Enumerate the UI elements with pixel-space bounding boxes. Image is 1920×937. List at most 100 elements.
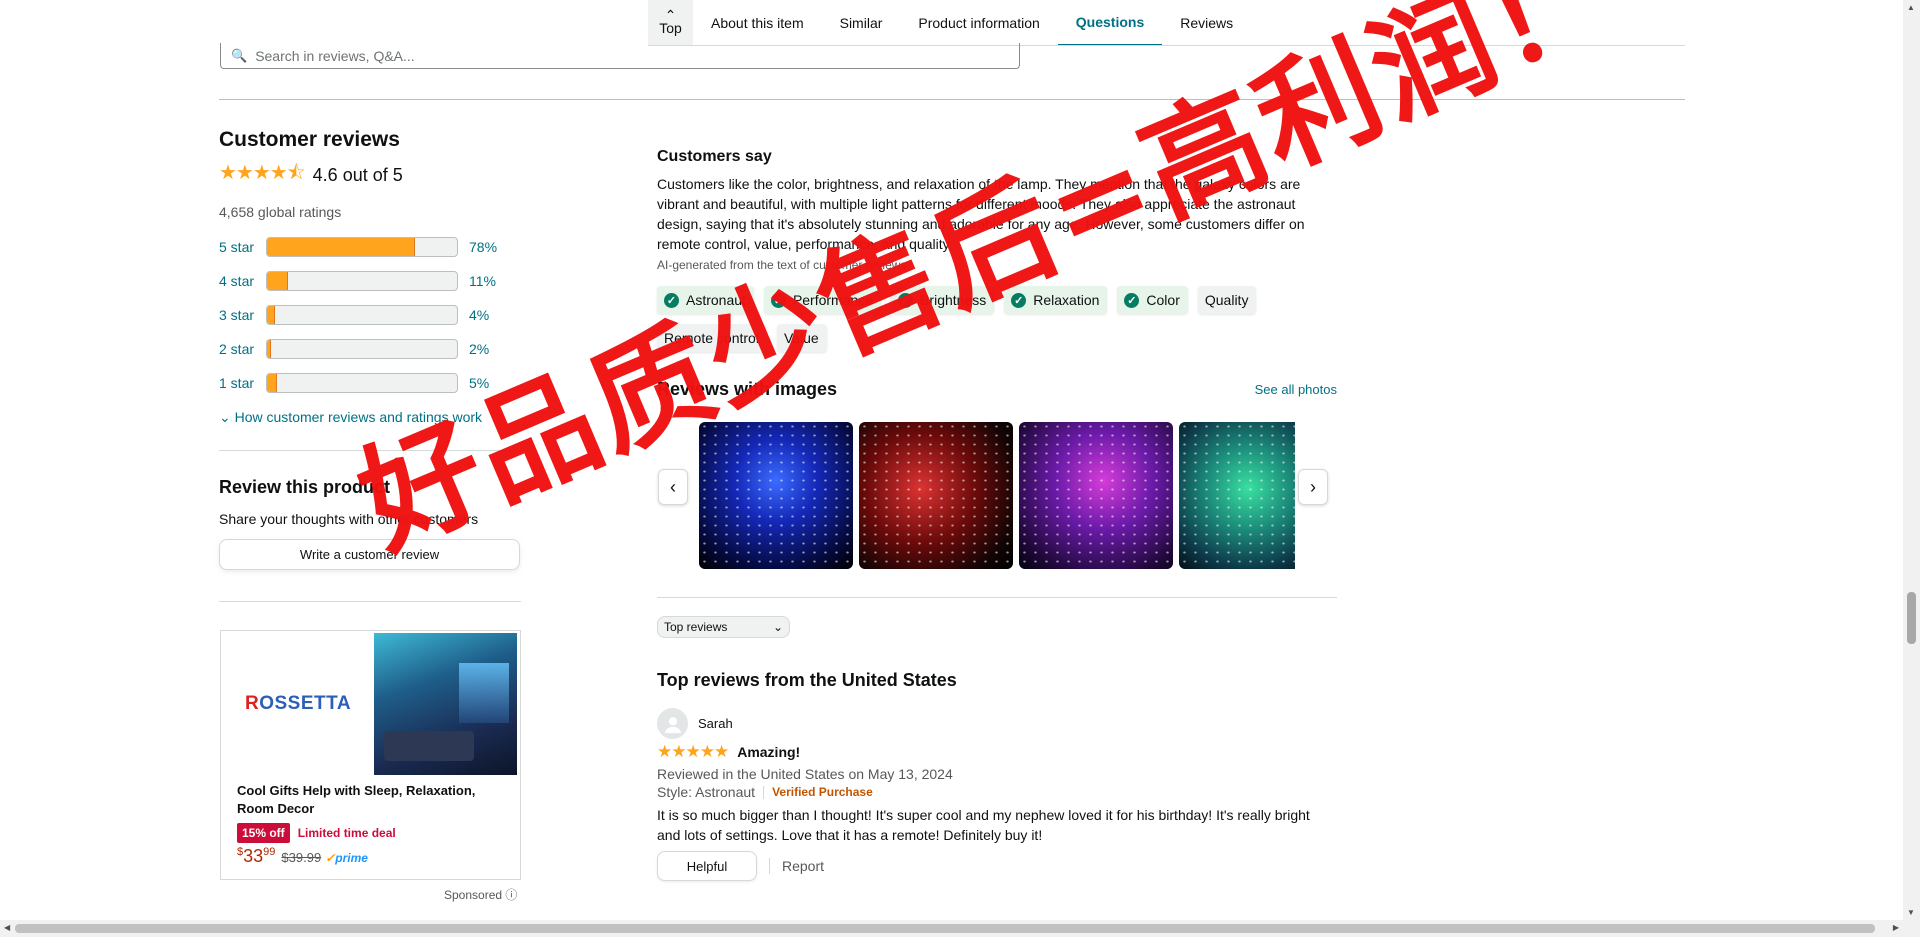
sponsored-ad[interactable]: ROSSETTA Cool Gifts Help with Sleep, Rel…: [220, 630, 521, 880]
tab-about-this-item[interactable]: About this item: [693, 0, 822, 46]
chip-label: Quality: [1204, 292, 1249, 308]
rating-stars-icon: ★★★★⯪: [219, 162, 306, 184]
sort-select[interactable]: Top reviews ⌄: [657, 616, 790, 638]
product-nav-bar: ⌃ Top About this item Similar Product in…: [648, 0, 1251, 46]
avatar-icon: [657, 708, 688, 739]
chip-quality[interactable]: Quality: [1197, 286, 1257, 314]
scroll-down-icon[interactable]: ▼: [1907, 908, 1915, 917]
logo-initial: R: [245, 693, 260, 714]
divider: [657, 597, 1337, 598]
search-input[interactable]: 🔍 Search in reviews, Q&A...: [220, 43, 1020, 69]
divider: [219, 601, 521, 602]
histogram-bar[interactable]: [266, 271, 458, 291]
helpful-button[interactable]: Helpful: [657, 851, 757, 881]
histogram-percent[interactable]: 78%: [469, 239, 497, 255]
histogram-label[interactable]: 4 star: [219, 273, 266, 289]
histogram-percent[interactable]: 5%: [469, 375, 489, 391]
chip-label: Remote control: [664, 330, 759, 346]
review-image[interactable]: [699, 422, 853, 569]
write-review-button[interactable]: Write a customer review: [219, 539, 520, 570]
histogram-row-1[interactable]: 1 star 5%: [219, 366, 521, 400]
check-icon: ✓: [664, 292, 679, 308]
histogram-label[interactable]: 5 star: [219, 239, 266, 255]
review-image[interactable]: [1179, 422, 1295, 569]
chip-label: Value: [783, 330, 819, 346]
histogram-bar[interactable]: [266, 339, 458, 359]
discount-badge: 15% off: [237, 823, 290, 843]
tab-similar[interactable]: Similar: [822, 0, 901, 46]
separator: [769, 858, 770, 874]
histogram-label[interactable]: 2 star: [219, 341, 266, 357]
carousel-prev-button[interactable]: ‹: [658, 469, 688, 505]
prime-badge: ✓prime: [325, 851, 368, 865]
ad-brand-logo[interactable]: ROSSETTA: [245, 693, 351, 715]
histogram-row-5[interactable]: 5 star 78%: [219, 230, 521, 264]
how-ratings-work-link[interactable]: ⌄ How customer reviews and ratings work: [219, 409, 521, 426]
customers-say-summary: Customers like the color, brightness, an…: [657, 176, 1305, 252]
reviewer-name: Sarah: [698, 716, 733, 731]
customer-reviews-heading: Customer reviews: [219, 128, 400, 151]
horizontal-scroll-thumb[interactable]: [15, 924, 1875, 933]
deal-label: Limited time deal: [297, 826, 396, 840]
aspect-chips: ✓ Astronaut ✓ Performance ✓ Brightness ✓ Rel…: [657, 286, 1357, 352]
review-image[interactable]: [859, 422, 1013, 569]
review-title[interactable]: Amazing!: [737, 744, 800, 760]
chip-brightness[interactable]: ✓ Brightness: [891, 286, 995, 314]
histogram-bar[interactable]: [266, 373, 458, 393]
histogram-bar[interactable]: [266, 305, 458, 325]
histogram-label[interactable]: 3 star: [219, 307, 266, 323]
tab-questions[interactable]: Questions: [1057, 0, 1163, 46]
chip-label: Astronaut: [686, 292, 746, 308]
scroll-left-icon[interactable]: ◀: [4, 923, 10, 932]
scroll-up-icon[interactable]: ▲: [1907, 3, 1915, 12]
tab-reviews[interactable]: Reviews: [1162, 0, 1251, 46]
chip-remote-control[interactable]: Remote control: [657, 324, 767, 352]
review-product-subtext: Share your thoughts with other customers: [219, 511, 479, 527]
chip-astronaut[interactable]: ✓ Astronaut: [657, 286, 754, 314]
check-icon: ✓: [1011, 292, 1027, 308]
histogram-bar[interactable]: [266, 237, 458, 257]
chip-color[interactable]: ✓ Color: [1117, 286, 1188, 314]
ad-price: $3399 $39.99 ✓prime: [237, 846, 368, 867]
check-icon: ✓: [770, 292, 786, 308]
chip-label: Brightness: [920, 292, 987, 308]
price-fraction: 99: [263, 846, 276, 858]
review-product-heading: Review this product: [219, 477, 391, 497]
chevron-down-icon: ⌄: [772, 620, 783, 634]
vertical-scrollbar[interactable]: ▲ ▼: [1903, 0, 1920, 937]
carousel-next-button[interactable]: ›: [1298, 469, 1328, 505]
review-stars-icon[interactable]: ★★★★★: [657, 742, 729, 762]
ad-product-image[interactable]: [374, 633, 517, 775]
see-all-photos-link[interactable]: See all photos: [1255, 382, 1337, 397]
price-whole: 33: [243, 846, 264, 866]
tab-product-information[interactable]: Product information: [900, 0, 1057, 46]
customers-say-heading: Customers say: [657, 148, 772, 165]
histogram-row-4[interactable]: 4 star 11%: [219, 264, 521, 298]
histogram-row-2[interactable]: 2 star 2%: [219, 332, 521, 366]
reviews-with-images-header: Reviews with images See all photos: [657, 379, 1337, 400]
histogram-percent[interactable]: 4%: [469, 307, 489, 323]
histogram-label[interactable]: 1 star: [219, 375, 266, 391]
star-dots: [699, 422, 853, 569]
chip-value[interactable]: Value: [776, 324, 827, 352]
histogram-row-3[interactable]: 3 star 4%: [219, 298, 521, 332]
average-rating[interactable]: ★★★★⯪ 4.6 out of 5: [219, 158, 521, 192]
review-date: Reviewed in the United States on May 13,…: [657, 766, 953, 782]
review-style[interactable]: Style: Astronaut: [657, 784, 755, 800]
histogram-percent[interactable]: 11%: [469, 273, 496, 289]
ad-title[interactable]: Cool Gifts Help with Sleep, Relaxation, …: [237, 782, 507, 818]
vertical-scroll-thumb[interactable]: [1907, 592, 1916, 644]
top-reviews-heading: Top reviews from the United States: [657, 670, 957, 690]
section-divider: [219, 99, 1685, 100]
back-to-top-button[interactable]: ⌃ Top: [648, 0, 693, 46]
chip-relaxation[interactable]: ✓ Relaxation: [1004, 286, 1108, 314]
reviewer-profile[interactable]: Sarah: [657, 708, 1337, 739]
chip-performance[interactable]: ✓ Performance: [763, 286, 882, 314]
report-link[interactable]: Report: [782, 858, 824, 874]
histogram-percent[interactable]: 2%: [469, 341, 489, 357]
horizontal-scrollbar[interactable]: ◀ ▶: [0, 920, 1903, 937]
review-image[interactable]: [1019, 422, 1173, 569]
scroll-right-icon[interactable]: ▶: [1893, 923, 1899, 932]
sponsored-label[interactable]: Sponsored ⓘ: [444, 886, 517, 903]
rating-histogram: 5 star 78% 4 star 11% 3 star 4% 2 star 2…: [219, 230, 521, 400]
